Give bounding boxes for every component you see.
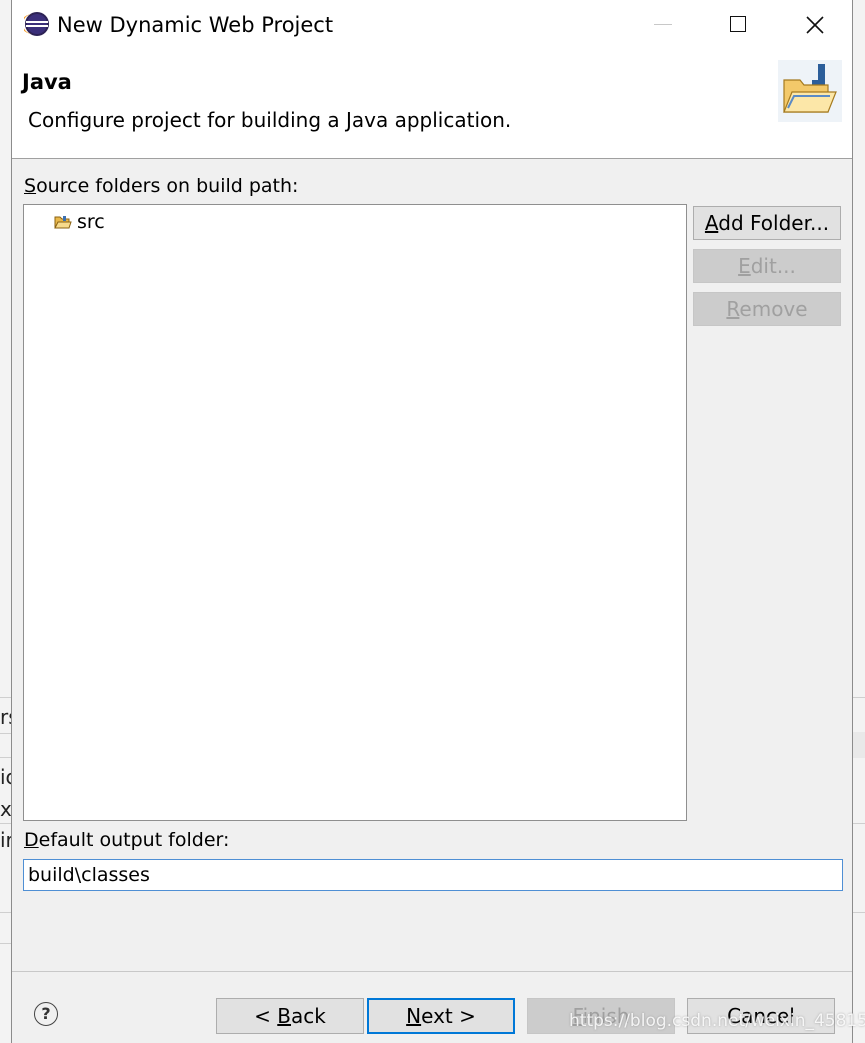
button-label: ext > — [421, 1004, 476, 1028]
source-folders-tree[interactable]: src — [23, 204, 687, 821]
default-output-folder-label: Default output folder: — [24, 827, 229, 853]
back-button[interactable]: < Back — [216, 998, 364, 1034]
java-folder-banner-icon — [778, 60, 842, 122]
mnemonic: A — [704, 211, 719, 235]
mnemonic: D — [24, 829, 39, 851]
mnemonic: E — [738, 254, 751, 278]
button-label: dd Folder... — [718, 211, 830, 235]
title-bar[interactable]: New Dynamic Web Project — [12, 0, 852, 50]
button-label: emove — [739, 297, 808, 321]
new-project-dialog: New Dynamic Web Project Java Configure p… — [11, 0, 865, 1043]
mnemonic: S — [24, 175, 37, 197]
page-title: Java — [22, 70, 72, 94]
label-text: ource folders on build path: — [36, 175, 299, 197]
default-output-folder-input[interactable] — [23, 859, 843, 891]
background-divider — [851, 912, 865, 913]
page-description: Configure project for building a Java ap… — [28, 108, 512, 132]
minimize-button[interactable] — [622, 0, 700, 50]
wizard-header: Java Configure project for building a Ja… — [12, 50, 852, 159]
label-text: efault output folder: — [38, 829, 230, 851]
mnemonic: B — [277, 1004, 291, 1028]
tree-item-src[interactable]: src — [54, 210, 105, 234]
add-folder-button[interactable]: Add Folder... — [693, 206, 841, 240]
watermark: https://blog.csdn.net/weixin_45815061 — [569, 1011, 865, 1031]
close-button[interactable] — [776, 0, 854, 50]
button-prefix: < — [254, 1004, 278, 1028]
close-icon — [806, 16, 824, 34]
footer-divider — [12, 971, 852, 972]
mnemonic: N — [406, 1004, 422, 1028]
minimize-icon — [654, 24, 672, 25]
mnemonic: R — [726, 297, 740, 321]
tree-item-label: src — [77, 211, 105, 233]
background-divider — [851, 697, 865, 698]
next-button[interactable]: Next > — [367, 998, 515, 1034]
source-folder-icon — [54, 216, 72, 229]
help-icon[interactable]: ? — [34, 1002, 58, 1026]
maximize-button[interactable] — [699, 0, 777, 50]
source-folders-label: Source folders on build path: — [24, 173, 298, 199]
background-divider — [851, 823, 865, 824]
remove-button[interactable]: Remove — [693, 292, 841, 326]
background-panel — [852, 732, 865, 758]
eclipse-icon — [24, 12, 49, 36]
button-label: dit... — [750, 254, 796, 278]
edit-button[interactable]: Edit... — [693, 249, 841, 283]
button-label: ack — [291, 1004, 326, 1028]
maximize-icon — [730, 16, 746, 32]
window-title: New Dynamic Web Project — [57, 13, 334, 37]
